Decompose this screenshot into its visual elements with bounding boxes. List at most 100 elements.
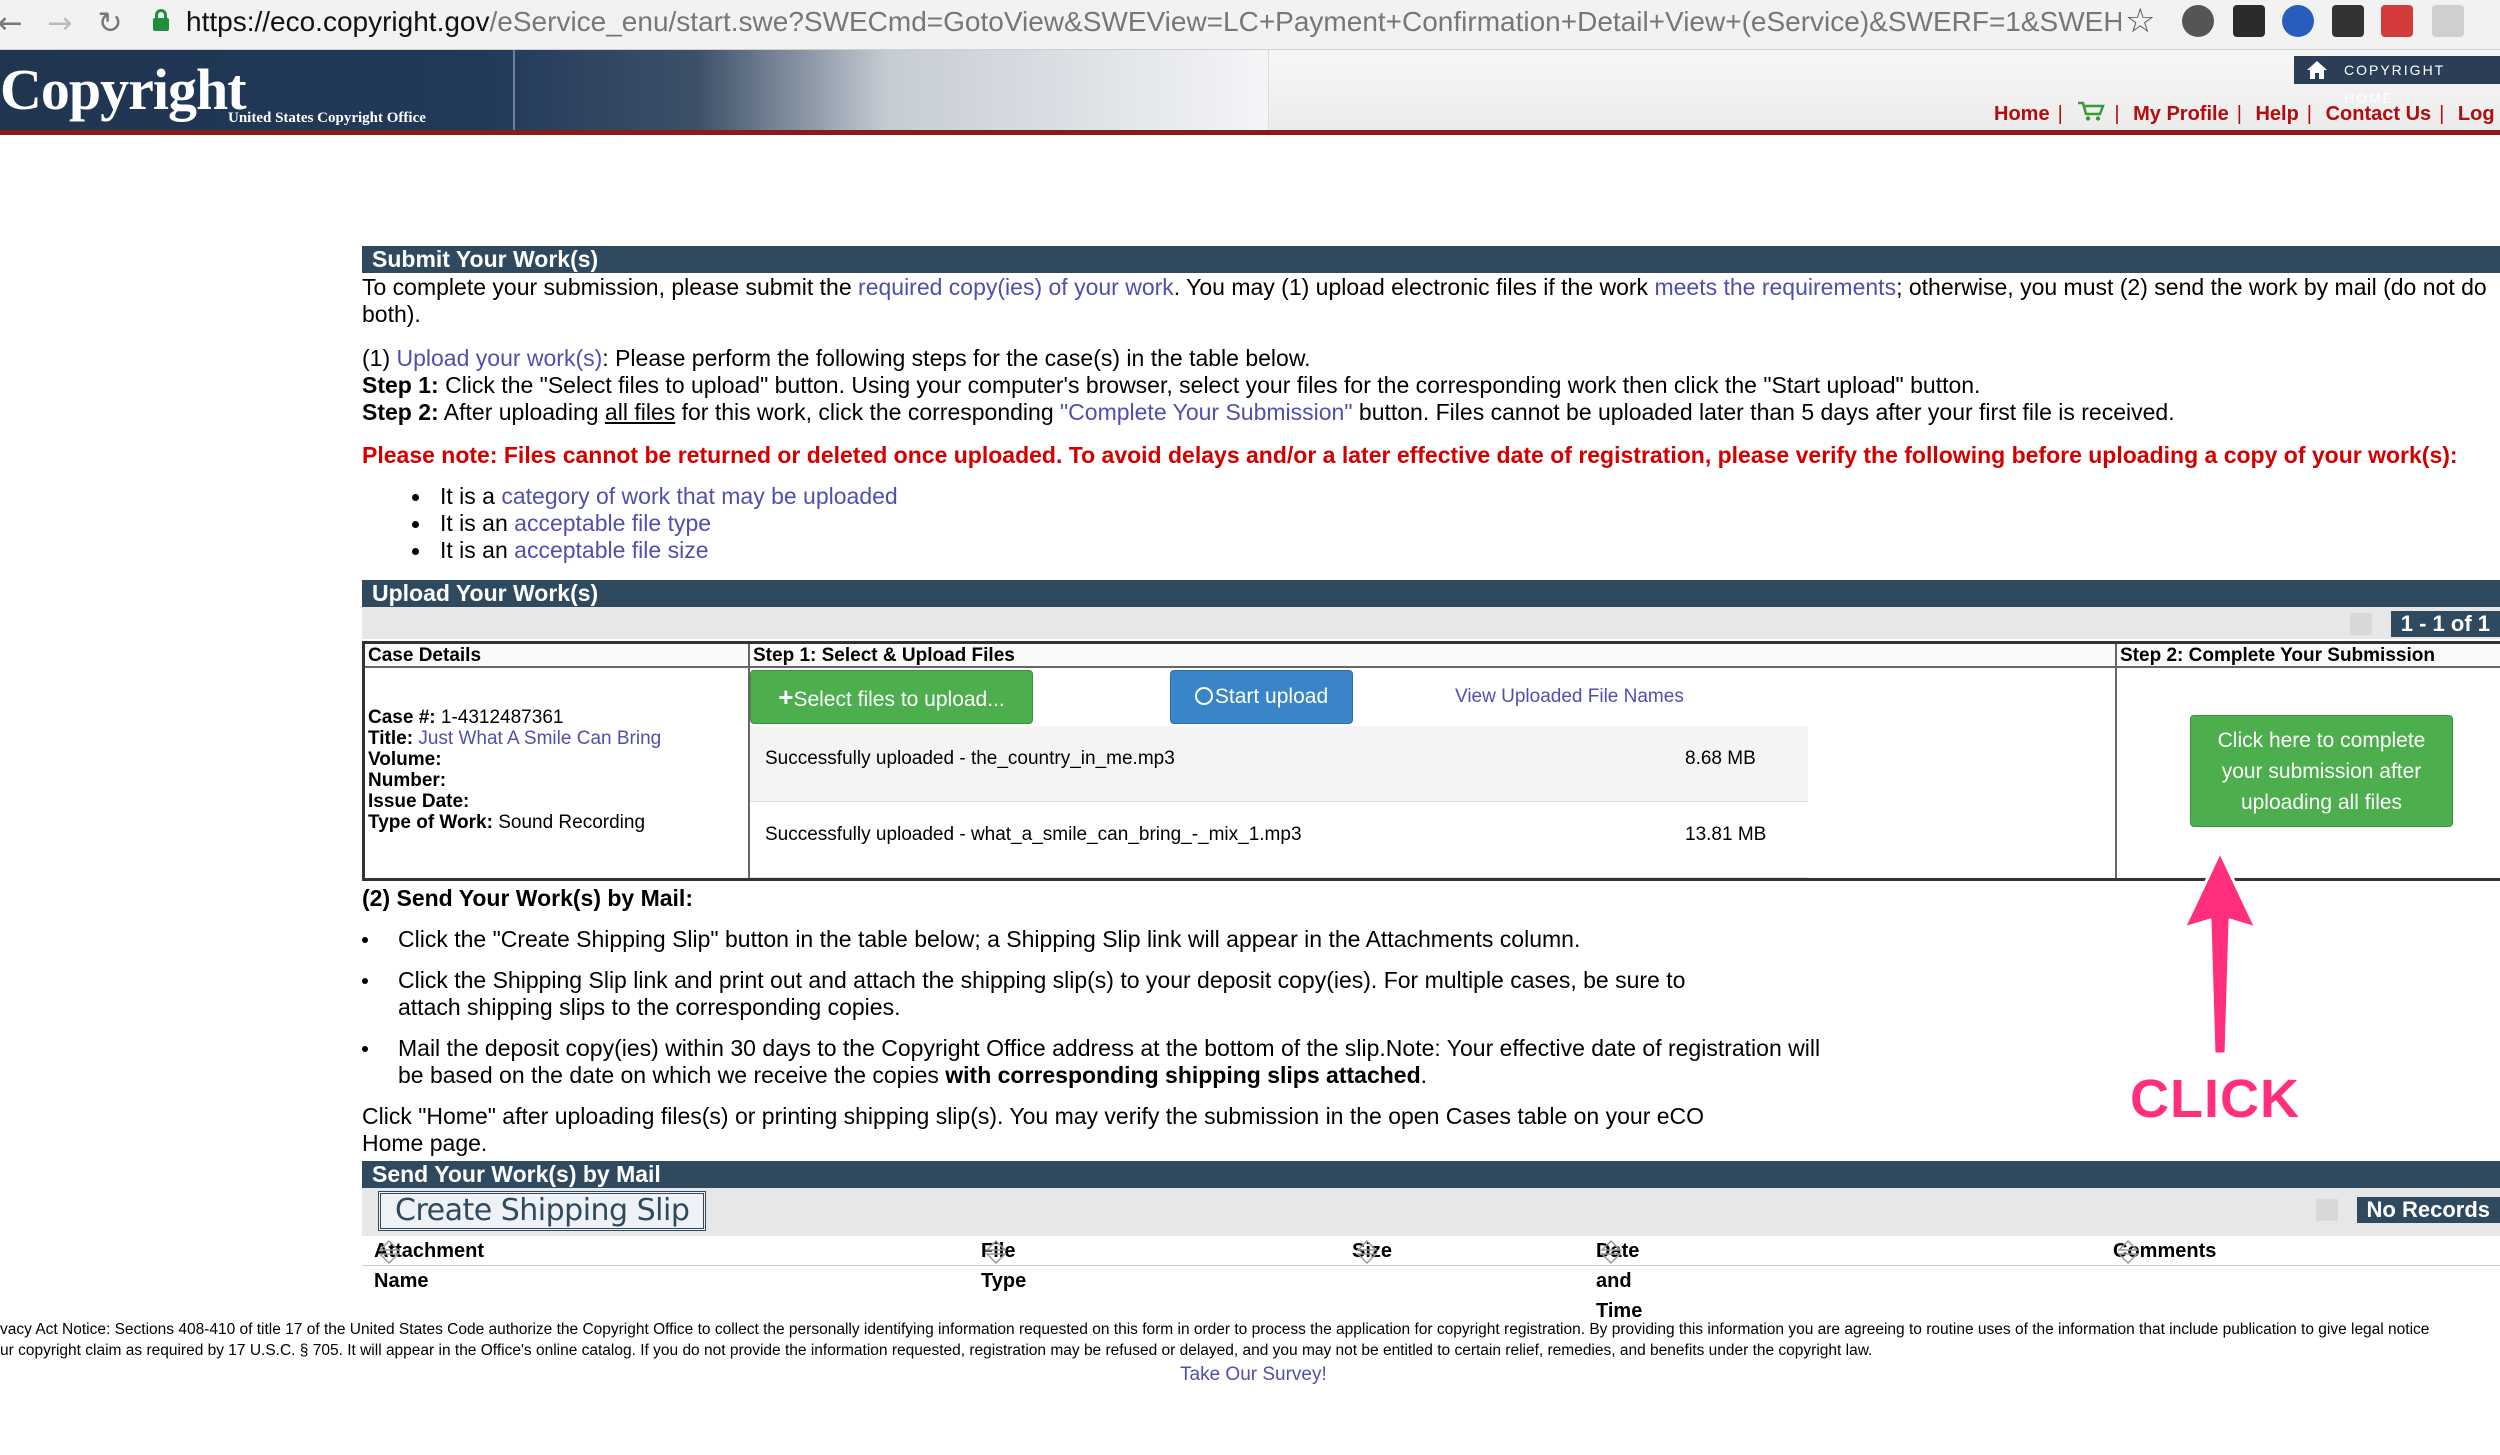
click-annotation: CLICK	[2130, 1069, 2300, 1129]
home-icon	[2307, 61, 2327, 79]
requirement-item: It is an acceptable file size	[412, 537, 2500, 564]
complete-submission-button[interactable]: Click here to complete your submission a…	[2190, 715, 2453, 827]
back-icon[interactable]: ←	[0, 6, 28, 42]
type-of-work-label: Type of Work:	[368, 812, 493, 833]
browser-toolbar: ← → ↻ https://eco.copyright.gov/eService…	[0, 0, 2500, 50]
copyright-logo[interactable]: Copyright	[0, 56, 247, 123]
attachments-header-row: Attachment Name File Type Size Date and …	[362, 1236, 2500, 1322]
mail-step: Click the Shipping Slip link and print o…	[362, 967, 1702, 1021]
nav-my-profile[interactable]: My Profile	[2133, 103, 2229, 126]
nav-log-out[interactable]: Log Out	[2458, 103, 2500, 126]
mail-step: Click the "Create Shipping Slip" button …	[362, 926, 1862, 953]
step-2-instruction: Step 2: After uploading all files for th…	[362, 399, 2500, 426]
file-row: Successfully uploaded - the_country_in_m…	[750, 726, 1808, 802]
submit-intro: To complete your submission, please subm…	[362, 274, 2500, 328]
sort-icon[interactable]	[378, 1239, 400, 1265]
file-type-header[interactable]: File Type	[981, 1236, 1026, 1292]
extension-icon-4[interactable]	[2332, 5, 2364, 37]
requirement-item: It is a category of work that may be upl…	[412, 483, 2500, 510]
nav-home[interactable]: Home	[1994, 103, 2050, 126]
upload-section-title: Upload Your Work(s)	[362, 580, 2500, 607]
banner-divider	[513, 50, 515, 130]
sort-icon[interactable]	[2117, 1239, 2139, 1265]
privacy-line-1: vacy Act Notice: Sections 408-410 of tit…	[0, 1321, 2430, 1338]
sort-icon[interactable]	[1600, 1239, 1622, 1265]
case-details: Case #: 1-4312487361 Title: Just What A …	[368, 707, 661, 833]
shipping-toolbar: Create Shipping Slip No Records	[362, 1188, 2500, 1236]
attachment-name-header[interactable]: Attachment Name	[374, 1236, 484, 1292]
extension-icon-6[interactable]	[2432, 5, 2464, 37]
extension-icon-5[interactable]	[2381, 5, 2413, 37]
bookmark-star-icon[interactable]: ☆	[2125, 0, 2155, 42]
upload-suffix: : Please perform the following steps for…	[602, 345, 1311, 371]
extension-icon-3[interactable]	[2282, 5, 2314, 37]
mail-step-3-end: .	[1420, 1062, 1428, 1088]
case-title-link[interactable]: Just What A Smile Can Bring	[418, 728, 661, 749]
step-1-text: Click the "Select files to upload" butto…	[438, 372, 1981, 398]
step-1-label: Step 1:	[362, 372, 439, 398]
extension-icon-1[interactable]	[2182, 5, 2214, 37]
file-size-link[interactable]: acceptable file size	[514, 537, 708, 563]
cart-icon[interactable]	[2076, 100, 2106, 128]
pager-prev-icon[interactable]	[2316, 1199, 2338, 1221]
nav-contact-us[interactable]: Contact Us	[2326, 103, 2432, 126]
start-upload-button[interactable]: Start upload	[1170, 670, 1353, 724]
reload-icon[interactable]: ↻	[92, 6, 128, 42]
sort-icon[interactable]	[1356, 1239, 1378, 1265]
all-files-emphasis: all files	[604, 399, 676, 425]
case-details-header: Case Details	[365, 644, 748, 668]
forward-icon[interactable]: →	[42, 6, 78, 42]
file-size: 8.68 MB	[1685, 748, 1756, 769]
required-copies-link[interactable]: required copy(ies) of your work	[858, 274, 1174, 300]
file-row: Successfully uploaded - what_a_smile_can…	[750, 802, 1808, 878]
issue-date-label: Issue Date:	[368, 791, 470, 812]
file-size: 13.81 MB	[1685, 824, 1767, 845]
mail-step: Mail the deposit copy(ies) within 30 day…	[362, 1035, 1837, 1089]
upload-files-header: Step 1: Select & Upload Files	[750, 644, 2115, 668]
take-survey-link[interactable]: Take Our Survey!	[1180, 1364, 1327, 1386]
size-header[interactable]: Size	[1352, 1236, 1392, 1266]
select-files-button[interactable]: +Select files to upload...	[750, 670, 1033, 724]
mail-steps-list: Click the "Create Shipping Slip" button …	[362, 926, 1862, 1089]
nav-help[interactable]: Help	[2255, 103, 2298, 126]
requirement-prefix: It is an	[440, 510, 515, 536]
banner: Copyright United States Copyright Office	[0, 50, 1268, 130]
upload-your-works-link[interactable]: Upload your work(s)	[397, 345, 603, 371]
file-type-link[interactable]: acceptable file type	[514, 510, 711, 536]
create-shipping-slip-button[interactable]: Create Shipping Slip	[378, 1191, 707, 1231]
sort-icon[interactable]	[985, 1239, 1007, 1265]
intro-text-2: . You may (1) upload electronic files if…	[1173, 274, 1655, 300]
upload-warning: Please note: Files cannot be returned or…	[362, 442, 2458, 468]
upload-pager-row: 1 - 1 of 1	[362, 607, 2500, 639]
extension-icon-2[interactable]	[2233, 5, 2265, 37]
date-time-header[interactable]: Date and Time	[1596, 1236, 1642, 1322]
upload-table: Case Details Case #: 1-4312487361 Title:…	[362, 641, 2500, 881]
upload-pager: 1 - 1 of 1	[2390, 611, 2500, 637]
intro-text-1: To complete your submission, please subm…	[362, 274, 859, 300]
pager-prev-icon[interactable]	[2350, 613, 2372, 635]
requirement-prefix: It is an	[440, 537, 515, 563]
complete-submission-link[interactable]: "Complete Your Submission"	[1060, 399, 1353, 425]
upload-prefix: (1)	[362, 345, 397, 371]
step-2-text-c: button. Files cannot be uploaded later t…	[1352, 399, 2175, 425]
logo-subtitle: United States Copyright Office	[228, 110, 426, 126]
meets-requirements-link[interactable]: meets the requirements	[1654, 274, 1896, 300]
upload-instructions: (1) Upload your work(s): Please perform …	[362, 345, 2500, 372]
upload-requirements-list: It is a category of work that may be upl…	[412, 483, 2500, 564]
requirement-item: It is an acceptable file type	[412, 510, 2500, 537]
comments-header[interactable]: Comments	[2113, 1236, 2216, 1266]
category-of-work-link[interactable]: category of work that may be uploaded	[501, 483, 897, 509]
url-path: /eService_enu/start.swe?SWECmd=GotoView&…	[489, 6, 2121, 37]
file-name: Successfully uploaded - what_a_smile_can…	[765, 824, 1302, 845]
case-number-value: 1-4312487361	[435, 707, 564, 728]
select-files-label: Select files to upload...	[793, 688, 1005, 711]
top-nav: Home | | My Profile | Help | Contact Us | Lo…	[1994, 100, 2500, 128]
volume-label: Volume:	[368, 749, 442, 770]
url-host: https://eco.copyright.gov	[186, 6, 490, 37]
step-2-text-a: After uploading	[438, 399, 605, 425]
submit-section-title: Submit Your Work(s)	[362, 246, 2500, 273]
address-bar[interactable]: https://eco.copyright.gov/eService_enu/s…	[186, 2, 2121, 42]
start-upload-label: Start upload	[1214, 685, 1329, 708]
view-uploaded-file-names-link[interactable]: View Uploaded File Names	[1455, 686, 1684, 707]
copyright-home-link[interactable]: COPYRIGHT HOME	[2294, 56, 2500, 106]
